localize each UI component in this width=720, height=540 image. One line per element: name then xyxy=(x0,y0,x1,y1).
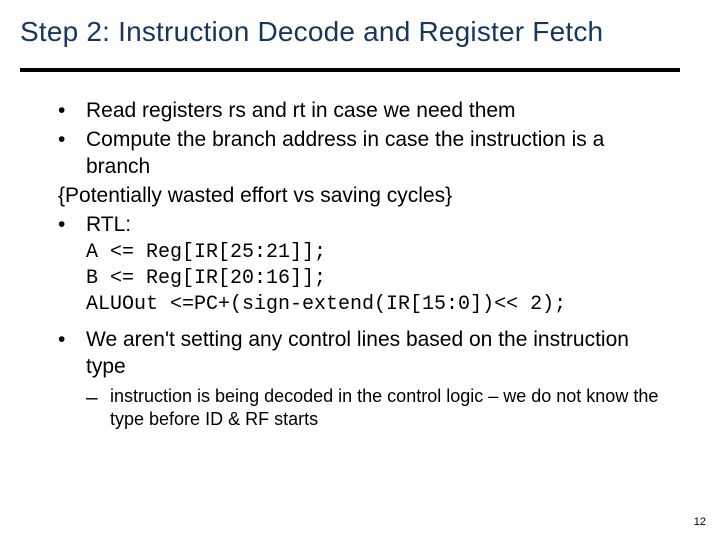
brace-note: {Potentially wasted effort vs saving cyc… xyxy=(58,183,670,210)
bullet-item: • Compute the branch address in case the… xyxy=(58,127,670,181)
sub-list: – instruction is being decoded in the co… xyxy=(86,385,670,431)
code-line: B <= Reg[IR[20:16]]; xyxy=(86,266,670,292)
title-rule xyxy=(20,68,680,72)
bullet-text: RTL: xyxy=(86,212,670,239)
bullet-text: Compute the branch address in case the i… xyxy=(86,127,670,181)
bullet-item: • We aren't setting any control lines ba… xyxy=(58,327,670,381)
code-line: ALUOut <=PC+(sign-extend(IR[15:0])<< 2); xyxy=(86,292,670,318)
slide: Step 2: Instruction Decode and Register … xyxy=(0,0,720,540)
code-line: A <= Reg[IR[25:21]]; xyxy=(86,240,670,266)
page-number: 12 xyxy=(694,516,706,528)
bullet-dash-icon: – xyxy=(86,385,98,412)
bullet-dot-icon: • xyxy=(58,327,65,354)
slide-body: • Read registers rs and rt in case we ne… xyxy=(58,98,670,433)
bullet-text: We aren't setting any control lines base… xyxy=(86,327,670,381)
bullet-text: Read registers rs and rt in case we need… xyxy=(86,98,670,125)
sub-bullet-text: instruction is being decoded in the cont… xyxy=(110,385,670,431)
bullet-dot-icon: • xyxy=(58,212,65,239)
slide-title: Step 2: Instruction Decode and Register … xyxy=(20,16,603,48)
bullet-dot-icon: • xyxy=(58,127,65,154)
sub-bullet-item: – instruction is being decoded in the co… xyxy=(86,385,670,431)
bullet-dot-icon: • xyxy=(58,98,65,125)
bullet-item: • RTL: xyxy=(58,212,670,239)
bullet-item: • Read registers rs and rt in case we ne… xyxy=(58,98,670,125)
